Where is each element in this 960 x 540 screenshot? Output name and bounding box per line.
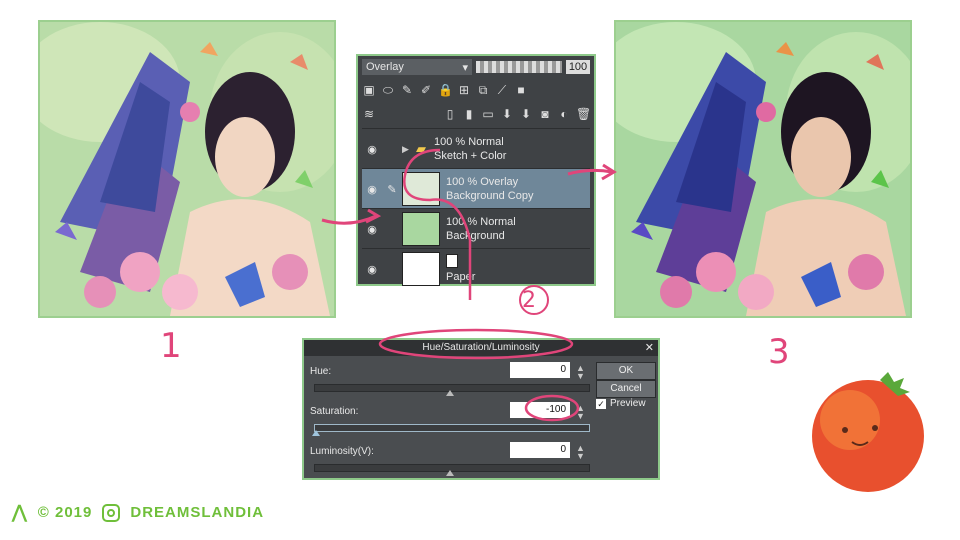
layer-thumbnail [402, 252, 440, 286]
instagram-icon [102, 503, 121, 522]
marker-icon[interactable]: ✐ [419, 83, 433, 97]
new-vector-icon[interactable]: ▮ [462, 107, 476, 121]
instagram-handle: DREAMSLANDIA [130, 504, 265, 521]
layer-name: Background Copy [446, 190, 534, 202]
arrow-head-icon [601, 163, 617, 181]
preview-label: Preview [610, 398, 646, 409]
eye-icon[interactable]: ◉ [362, 263, 382, 276]
new-folder-icon[interactable]: ▭ [481, 107, 495, 121]
color-swatch-icon[interactable]: ■ [514, 83, 528, 97]
layer-name: Sketch + Color [434, 150, 507, 162]
folder-icon: ▰ [416, 141, 426, 156]
hue-input[interactable]: 0 [510, 362, 570, 378]
layer-thumbnail [402, 172, 440, 206]
mask-icon[interactable]: ⬭ [381, 83, 395, 97]
blend-mode-dropdown[interactable]: Overlay ▾ [362, 59, 472, 75]
saturation-slider[interactable] [314, 424, 590, 432]
paper-icon [446, 254, 458, 268]
saturation-spinner-icon[interactable]: ▲ ▼ [576, 404, 585, 421]
layer-row-paper[interactable]: ◉ Paper [362, 248, 590, 289]
opacity-slider[interactable] [476, 61, 562, 73]
apply-mask-icon[interactable]: ◐ [557, 107, 571, 121]
pen-ref-icon[interactable]: ✎ [400, 83, 414, 97]
dialog-titlebar: Hue/Saturation/Luminosity ✕ [304, 340, 658, 356]
eye-icon[interactable]: ◉ [362, 223, 382, 236]
footer: ⋀ © 2019 DREAMSLANDIA [12, 502, 264, 523]
delete-layer-icon[interactable]: 🗑 [576, 107, 591, 121]
saturation-label: Saturation: [310, 406, 359, 417]
opacity-value[interactable]: 100 [566, 60, 590, 74]
layer-mode: 100 % Overlay [446, 176, 519, 188]
step-2-label: 2 [522, 288, 536, 313]
expand-arrow-icon[interactable]: ▶ [402, 144, 416, 155]
step-1-label: 1 [160, 326, 182, 366]
eye-icon[interactable]: ◉ [362, 183, 382, 196]
hue-spinner-icon[interactable]: ▲ ▼ [576, 364, 585, 381]
clip-icon[interactable]: ⧉ [476, 83, 490, 97]
artwork-before [38, 20, 336, 318]
layer-row-background-copy[interactable]: ◉ ✎ 100 % Overlay Background Copy [362, 168, 590, 209]
layer-name: Paper [446, 271, 476, 283]
layers-top-bar: Overlay ▾ 100 [358, 56, 594, 78]
merge-visible-icon[interactable]: ⬇ [519, 107, 533, 121]
saturation-slider-thumb[interactable] [312, 430, 320, 436]
ok-button[interactable]: OK [596, 362, 656, 380]
layers-panel: Overlay ▾ 100 ▣ ⬭ ✎ ✐ 🔒 ⊞ ⧉ ⟋ ■ ≋ ▯ ▮ ▭ … [356, 54, 596, 286]
artwork-after [614, 20, 912, 318]
layer-row-background[interactable]: ◉ 100 % Normal Background [362, 208, 590, 249]
eye-icon[interactable]: ◉ [362, 143, 382, 156]
lock-icon[interactable]: 🔒 [438, 83, 453, 97]
new-layer-icon[interactable]: ▯ [443, 107, 457, 121]
lock-transparency-icon[interactable]: ⊞ [457, 83, 471, 97]
checkmark-icon[interactable]: ✓ [596, 398, 606, 409]
luminosity-spinner-icon[interactable]: ▲ ▼ [576, 444, 585, 461]
layer-tools-row-1: ▣ ⬭ ✎ ✐ 🔒 ⊞ ⧉ ⟋ ■ [358, 78, 594, 102]
ruler-icon[interactable]: ⟋ [495, 83, 509, 97]
copyright-text: © 2019 [37, 504, 93, 521]
blend-mode-value: Overlay [366, 61, 404, 73]
tomato-illustration [812, 380, 924, 492]
layers-menu-icon[interactable]: ≋ [362, 107, 376, 121]
cancel-button[interactable]: Cancel [596, 380, 656, 398]
luminosity-slider-thumb[interactable] [446, 470, 454, 476]
luminosity-input[interactable]: 0 [510, 442, 570, 458]
brand-logo-icon: ⋀ [12, 502, 28, 522]
add-mask-icon[interactable]: ◙ [538, 107, 552, 121]
close-icon[interactable]: ✕ [645, 340, 654, 356]
layer-mode: 100 % Normal [446, 216, 516, 228]
layer-tools-row-2: ≋ ▯ ▮ ▭ ⬇ ⬇ ◙ ◐ 🗑 [358, 102, 594, 126]
saturation-input[interactable]: -100 [510, 402, 570, 418]
preview-checkbox[interactable]: ✓ Preview [596, 398, 646, 409]
hsl-dialog: Hue/Saturation/Luminosity ✕ Hue: 0 ▲ ▼ Sa… [302, 338, 660, 480]
hue-slider-thumb[interactable] [446, 390, 454, 396]
layer-name: Background [446, 230, 505, 242]
dialog-title: Hue/Saturation/Luminosity [422, 342, 540, 353]
layer-thumbnail [402, 212, 440, 246]
hue-label: Hue: [310, 366, 332, 377]
step-3-label: 3 [768, 332, 790, 372]
chevron-down-icon: ▾ [462, 61, 468, 74]
layer-color-icon[interactable]: ▣ [362, 83, 376, 97]
layer-row-folder[interactable]: ◉ ▶ ▰ 100 % Normal Sketch + Color [362, 128, 590, 169]
merge-down-icon[interactable]: ⬇ [500, 107, 514, 121]
pen-icon: ✎ [387, 183, 397, 196]
luminosity-label: Luminosity(V): [310, 446, 374, 457]
layer-mode: 100 % Normal [434, 136, 504, 148]
